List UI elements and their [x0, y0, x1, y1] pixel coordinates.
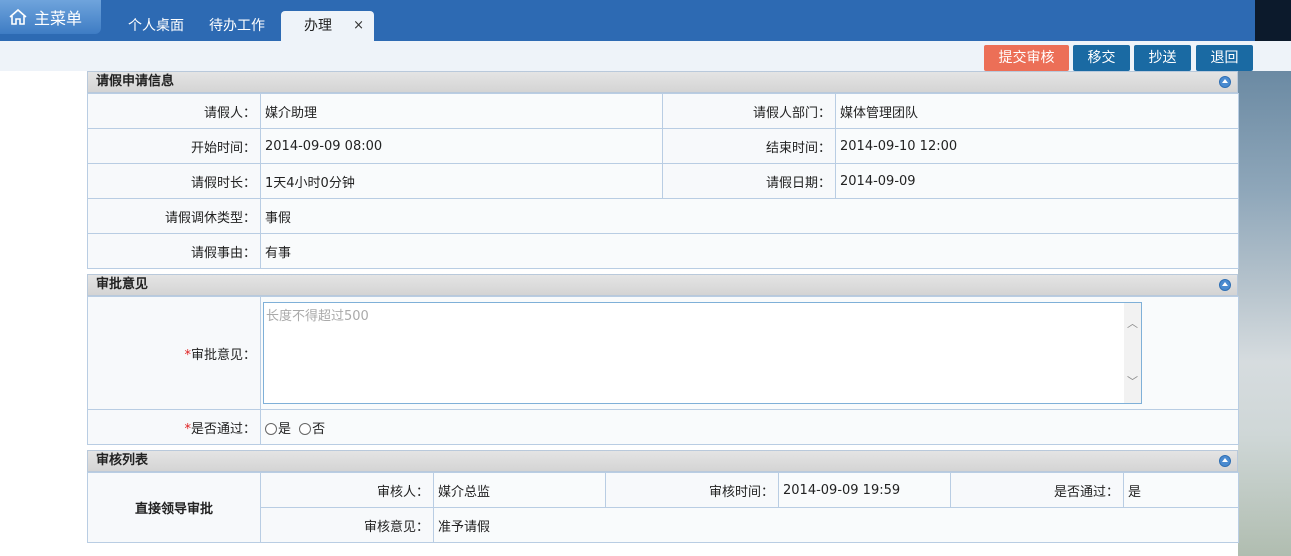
scroll-up-icon[interactable]: ︿ [1127, 315, 1138, 331]
tab-label: 待办工作 [209, 18, 265, 34]
review-list-table: 直接领导审批 审核人： 媒介总监 审核时间： 2014-09-09 19:59 … [87, 472, 1239, 543]
cc-button[interactable]: 抄送 [1134, 45, 1191, 71]
end-time-label: 结束时间： [662, 128, 836, 164]
transfer-button[interactable]: 移交 [1073, 45, 1130, 71]
table-row: 请假时长： 1天4小时0分钟 请假日期： 2014-09-09 [87, 163, 1239, 199]
table-row: 审核意见： 准予请假 [88, 507, 1239, 543]
end-time-value: 2014-09-10 12:00 [835, 128, 1239, 164]
leave-date-value: 2014-09-09 [835, 163, 1239, 199]
table-row: *是否通过： 是 否 [87, 409, 1239, 445]
submit-review-button[interactable]: 提交审核 [984, 45, 1069, 71]
dept-value: 媒体管理团队 [835, 93, 1239, 129]
table-row: *审批意见： 长度不得超过500 ︿ ﹀ [87, 296, 1239, 410]
pass-label-cell: *是否通过： [87, 409, 261, 445]
collapse-icon[interactable] [1219, 279, 1231, 291]
opinion-placeholder: 长度不得超过500 [266, 309, 369, 324]
review-comment-value: 准予请假 [433, 507, 1239, 543]
review-passed-label: 是否通过： [950, 472, 1124, 508]
pass-label: 是否通过： [190, 421, 256, 437]
background-image [1238, 71, 1291, 556]
section-header-approval: 审批意见 [87, 274, 1238, 296]
leave-type-label: 请假调休类型： [87, 198, 261, 234]
top-nav-bar [0, 0, 1291, 41]
section-header-review-list: 审核列表 [87, 450, 1238, 472]
radio-no[interactable] [299, 422, 312, 435]
section-title: 审批意见 [96, 277, 149, 292]
close-icon[interactable]: × [353, 11, 364, 41]
tab-todo-work[interactable]: 待办工作 [201, 11, 273, 41]
approval-table: *审批意见： 长度不得超过500 ︿ ﹀ *是否通过： 是 否 [87, 296, 1239, 445]
radio-yes[interactable] [265, 422, 277, 435]
leave-date-label: 请假日期： [662, 163, 836, 199]
reviewer-label: 审核人： [260, 472, 434, 508]
approval-opinion-textarea[interactable]: 长度不得超过500 ︿ ﹀ [263, 302, 1142, 404]
return-button[interactable]: 退回 [1196, 45, 1253, 71]
opinion-label: 审批意见： [190, 347, 256, 363]
radio-yes-label: 是 [278, 421, 292, 437]
table-row: 请假调休类型： 事假 [87, 198, 1239, 234]
section-title: 审核列表 [96, 453, 149, 468]
tab-handle[interactable]: 办理 × [281, 11, 374, 41]
tab-label: 个人桌面 [128, 18, 184, 34]
duration-label: 请假时长： [87, 163, 261, 199]
scroll-down-icon[interactable]: ﹀ [1127, 373, 1138, 389]
opinion-label-cell: *审批意见： [87, 296, 261, 410]
table-row: 请假人： 媒介助理 请假人部门： 媒体管理团队 [87, 93, 1239, 129]
top-right-area [1255, 0, 1291, 41]
opinion-cell: 长度不得超过500 ︿ ﹀ [260, 296, 1239, 410]
start-time-label: 开始时间： [87, 128, 261, 164]
applicant-value: 媒介助理 [260, 93, 663, 129]
table-row: 直接领导审批 审核人： 媒介总监 审核时间： 2014-09-09 19:59 … [87, 472, 1239, 543]
review-step-name: 直接领导审批 [87, 472, 261, 543]
review-time-label: 审核时间： [605, 472, 779, 508]
start-time-value: 2014-09-09 08:00 [260, 128, 663, 164]
radio-no-label: 否 [312, 421, 326, 437]
tab-label: 办理 [304, 18, 332, 34]
textarea-scrollbar[interactable]: ︿ ﹀ [1124, 303, 1141, 403]
review-comment-label: 审核意见： [260, 507, 434, 543]
applicant-label: 请假人： [87, 93, 261, 129]
leave-reason-value: 有事 [260, 233, 1239, 269]
home-icon [9, 8, 27, 25]
leave-type-value: 事假 [260, 198, 1239, 234]
duration-value: 1天4小时0分钟 [260, 163, 663, 199]
table-row: 开始时间： 2014-09-09 08:00 结束时间： 2014-09-10 … [87, 128, 1239, 164]
main-menu-label: 主菜单 [34, 9, 83, 28]
dept-label: 请假人部门： [662, 93, 836, 129]
reviewer-value: 媒介总监 [433, 472, 606, 508]
main-content: 请假申请信息 请假人： 媒介助理 请假人部门： 媒体管理团队 开始时间： 201… [87, 71, 1239, 543]
main-menu-button[interactable]: 主菜单 [0, 0, 101, 34]
collapse-icon[interactable] [1219, 76, 1231, 88]
review-time-value: 2014-09-09 19:59 [778, 472, 951, 508]
section-header-leave-info: 请假申请信息 [87, 71, 1238, 93]
table-row: 请假事由： 有事 [87, 233, 1239, 269]
leave-info-table: 请假人： 媒介助理 请假人部门： 媒体管理团队 开始时间： 2014-09-09… [87, 93, 1239, 269]
section-title: 请假申请信息 [96, 74, 175, 89]
leave-reason-label: 请假事由： [87, 233, 261, 269]
collapse-icon[interactable] [1219, 455, 1231, 467]
pass-options: 是 否 [260, 409, 1239, 445]
tab-personal-desktop[interactable]: 个人桌面 [120, 11, 192, 41]
review-passed-value: 是 [1123, 472, 1239, 508]
